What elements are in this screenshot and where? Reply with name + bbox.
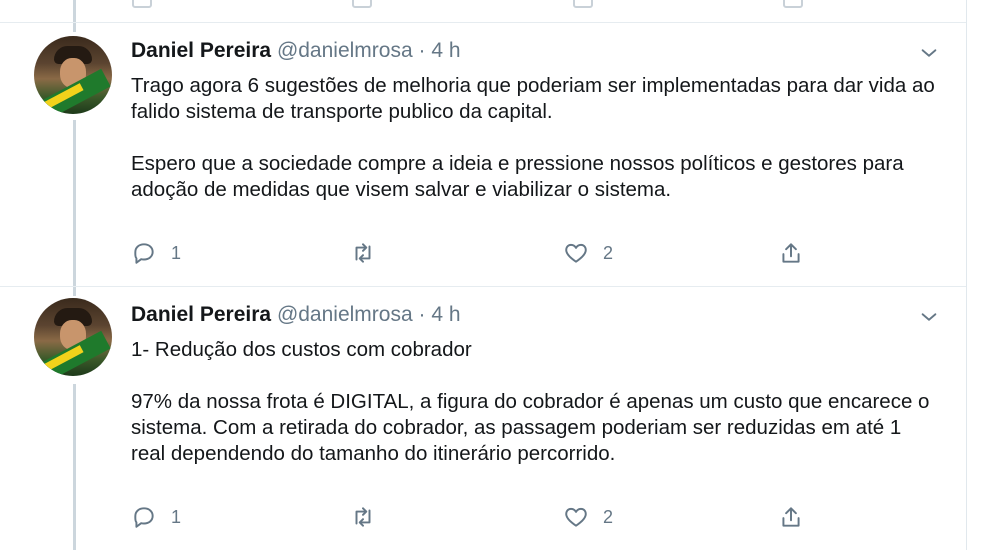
tweet-header: Daniel Pereira @danielmrosa · 4 h xyxy=(131,302,461,328)
like-count: 2 xyxy=(603,506,614,527)
tweet-paragraph: Espero que a sociedade compre a ideia e … xyxy=(131,152,904,201)
author-name[interactable]: Daniel Pereira xyxy=(131,39,271,62)
author-handle[interactable]: @danielmrosa xyxy=(277,303,413,326)
timeline-border xyxy=(966,0,967,550)
separator-dot: · xyxy=(418,39,426,62)
retweet-icon xyxy=(355,243,371,263)
tweet-header: Daniel Pereira @danielmrosa · 4 h xyxy=(131,38,461,64)
like-count: 2 xyxy=(603,242,614,263)
like-button[interactable]: 2 xyxy=(563,504,613,530)
avatar[interactable] xyxy=(34,36,112,114)
reply-icon xyxy=(134,243,154,264)
chevron-down-icon[interactable] xyxy=(918,306,940,328)
tweet-text: Trago agora 6 sugestões de melhoria que … xyxy=(131,73,941,203)
tweet-timestamp[interactable]: 4 h xyxy=(431,303,460,326)
tweet-text: 1- Redução dos custos com cobrador 97% d… xyxy=(131,337,941,467)
retweet-button[interactable] xyxy=(350,504,390,530)
tweet[interactable]: Daniel Pereira @danielmrosa · 4 h Trago … xyxy=(0,0,966,286)
share-icon xyxy=(782,507,800,527)
heart-icon xyxy=(565,243,587,263)
chevron-down-icon[interactable] xyxy=(918,42,940,64)
reply-count: 1 xyxy=(171,506,182,527)
retweet-button[interactable] xyxy=(350,240,390,266)
author-handle[interactable]: @danielmrosa xyxy=(277,39,413,62)
separator-dot: · xyxy=(418,303,426,326)
reply-button[interactable]: 1 xyxy=(131,240,181,266)
retweet-icon xyxy=(355,507,371,527)
like-button[interactable]: 2 xyxy=(563,240,613,266)
reply-button[interactable]: 1 xyxy=(131,504,181,530)
tweet-timestamp[interactable]: 4 h xyxy=(431,39,460,62)
avatar[interactable] xyxy=(34,298,112,376)
tweet-actions: 1 2 xyxy=(131,240,831,266)
tweet-paragraph: Trago agora 6 sugestões de melhoria que … xyxy=(131,74,935,123)
tweet-paragraph: 97% da nossa frota é DIGITAL, a figura d… xyxy=(131,390,930,465)
reply-icon xyxy=(134,507,154,528)
tweet[interactable]: Daniel Pereira @danielmrosa · 4 h 1- Red… xyxy=(0,286,966,550)
heart-icon xyxy=(565,507,587,527)
tweet-paragraph: 1- Redução dos custos com cobrador xyxy=(131,338,472,361)
reply-count: 1 xyxy=(171,242,182,263)
share-button[interactable] xyxy=(778,240,804,266)
tweet-actions: 1 2 xyxy=(131,504,831,530)
share-icon xyxy=(782,243,800,263)
author-name[interactable]: Daniel Pereira xyxy=(131,303,271,326)
share-button[interactable] xyxy=(778,504,804,530)
